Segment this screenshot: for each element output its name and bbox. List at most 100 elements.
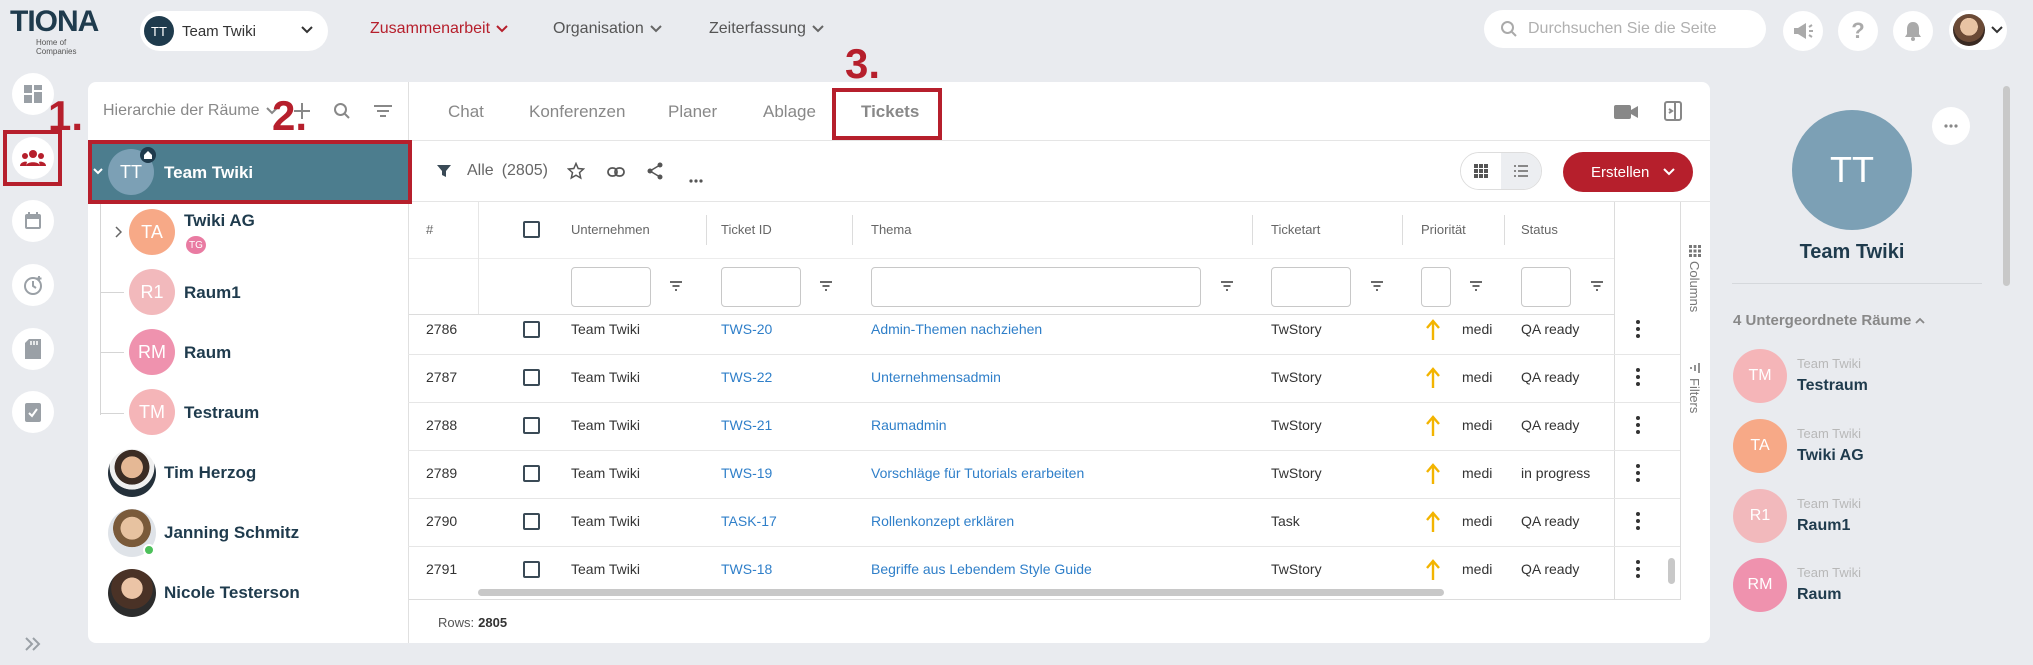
col-header-status[interactable]: Status — [1521, 222, 1558, 237]
copy-link-button[interactable] — [607, 165, 625, 183]
nav-zusammenarbeit[interactable]: Zusammenarbeit — [370, 20, 508, 38]
more-options-button[interactable] — [689, 170, 703, 188]
help-button[interactable]: ? — [1838, 11, 1878, 51]
col-header-company[interactable]: Unternehmen — [571, 222, 650, 237]
right-panel-more-button[interactable] — [1932, 107, 1970, 145]
ticket-type-filter-input[interactable] — [1271, 267, 1351, 307]
sub-room-avatar: TA — [1733, 419, 1787, 473]
tree-item-testraum[interactable]: Testraum — [184, 403, 259, 423]
filter-selection[interactable]: Alle (2805) — [467, 162, 548, 180]
sub-room-raum[interactable]: Raum — [1797, 586, 1841, 604]
search-bar[interactable]: Durchsuchen Sie die Seite — [1484, 10, 1766, 48]
user-tim-herzog[interactable]: Tim Herzog — [164, 463, 256, 483]
nav-organisation[interactable]: Organisation — [553, 20, 662, 38]
filters-label: Filters — [1687, 378, 1702, 414]
horizontal-scrollbar[interactable] — [478, 589, 1444, 596]
nav-documents[interactable] — [12, 328, 54, 370]
toggle-panel-button[interactable] — [1664, 101, 1682, 126]
sub-room-raum1[interactable]: Raum1 — [1797, 517, 1850, 535]
row-menu-icon[interactable] — [1636, 320, 1640, 341]
topic-link[interactable]: Vorschläge für Tutorials erarbeiten — [871, 465, 1084, 481]
avatar: R1 — [129, 269, 175, 315]
tree-item-raum[interactable]: Raum — [184, 343, 231, 363]
sub-rooms-header[interactable]: 4 Untergeordnete Räume — [1733, 312, 1926, 329]
row-checkbox[interactable] — [523, 465, 540, 482]
sort-button[interactable] — [373, 104, 393, 123]
row-checkbox[interactable] — [523, 561, 540, 578]
tree-item-twiki-ag[interactable]: Twiki AG — [184, 211, 255, 231]
row-menu-icon[interactable] — [1636, 560, 1640, 581]
page-scrollbar[interactable] — [2003, 86, 2010, 286]
user-nicole-testerson[interactable]: Nicole Testerson — [164, 583, 300, 603]
topic-filter-input[interactable] — [871, 267, 1201, 307]
row-menu-icon[interactable] — [1636, 416, 1640, 437]
topic-link[interactable]: Raumadmin — [871, 417, 946, 433]
col-header-ticket-id[interactable]: Ticket ID — [721, 222, 772, 237]
sub-room-twiki-ag[interactable]: Twiki AG — [1797, 447, 1864, 465]
row-menu-icon[interactable] — [1636, 368, 1640, 389]
ticket-id-link[interactable]: TWS-20 — [721, 321, 772, 337]
tree-item-raum1[interactable]: Raum1 — [184, 283, 241, 303]
columns-panel-toggle[interactable]: Columns — [1686, 245, 1706, 319]
ticket-id-filter-input[interactable] — [721, 267, 801, 307]
filter-lines-icon[interactable] — [1469, 280, 1483, 292]
team-selector[interactable]: TT Team Twiki — [140, 11, 328, 51]
ticket-id-link[interactable]: TASK-17 — [721, 513, 777, 529]
search-rooms-button[interactable] — [333, 102, 351, 125]
filter-lines-icon[interactable] — [1370, 280, 1384, 292]
row-checkbox[interactable] — [523, 369, 540, 386]
tab-chat[interactable]: Chat — [448, 102, 484, 122]
company-cell: Team Twiki — [571, 465, 640, 481]
ticket-id-link[interactable]: TWS-21 — [721, 417, 772, 433]
filters-panel-toggle[interactable]: Filters — [1686, 362, 1706, 422]
tab-planer[interactable]: Planer — [668, 102, 717, 122]
filter-button[interactable] — [436, 163, 452, 184]
priority-filter-input[interactable] — [1421, 267, 1451, 307]
status-filter-input[interactable] — [1521, 267, 1571, 307]
col-header-topic[interactable]: Thema — [871, 222, 911, 237]
company-filter-input[interactable] — [571, 267, 651, 307]
grid-view-button[interactable] — [1461, 153, 1501, 189]
ticket-type-cell: TwStory — [1271, 417, 1322, 433]
filter-lines-icon[interactable] — [1590, 280, 1604, 292]
tab-konferenzen[interactable]: Konferenzen — [529, 102, 625, 122]
topic-link[interactable]: Rollenkonzept erklären — [871, 513, 1014, 529]
col-header-priority[interactable]: Priorität — [1421, 222, 1466, 237]
row-checkbox[interactable] — [523, 321, 540, 338]
topic-link[interactable]: Begriffe aus Lebendem Style Guide — [871, 561, 1092, 577]
list-view-button[interactable] — [1501, 153, 1541, 189]
favorite-button[interactable] — [566, 161, 586, 185]
notifications-button[interactable] — [1893, 11, 1933, 51]
tab-ablage[interactable]: Ablage — [763, 102, 816, 122]
nav-time[interactable] — [12, 264, 54, 306]
ticket-id-link[interactable]: TWS-19 — [721, 465, 772, 481]
row-checkbox[interactable] — [523, 417, 540, 434]
expand-sidebar-button[interactable] — [24, 637, 42, 656]
nav-checklist[interactable] — [12, 391, 54, 433]
vertical-scrollbar[interactable] — [1668, 558, 1675, 584]
row-menu-icon[interactable] — [1636, 464, 1640, 485]
user-janning-schmitz[interactable]: Janning Schmitz — [164, 523, 299, 543]
filter-lines-icon[interactable] — [669, 280, 683, 292]
filter-lines-icon[interactable] — [1220, 280, 1234, 292]
row-checkbox[interactable] — [523, 513, 540, 530]
topic-link[interactable]: Unternehmensadmin — [871, 369, 1001, 385]
sub-room-testraum[interactable]: Testraum — [1797, 377, 1868, 395]
ticket-id-link[interactable]: TWS-18 — [721, 561, 772, 577]
create-button[interactable]: Erstellen — [1563, 152, 1693, 192]
select-all-checkbox[interactable] — [523, 221, 540, 238]
ticket-id-link[interactable]: TWS-22 — [721, 369, 772, 385]
row-menu-icon[interactable] — [1636, 512, 1640, 533]
filter-lines-icon[interactable] — [819, 280, 833, 292]
logo[interactable]: TIONA Home of Companies — [10, 6, 105, 57]
megaphone-button[interactable] — [1783, 11, 1823, 51]
share-button[interactable] — [647, 162, 663, 185]
video-call-button[interactable] — [1613, 103, 1639, 126]
user-menu[interactable] — [1949, 10, 2007, 50]
nav-zeiterfassung[interactable]: Zeiterfassung — [709, 20, 824, 38]
col-header-ticket-type[interactable]: Ticketart — [1271, 222, 1320, 237]
topic-link[interactable]: Admin-Themen nachziehen — [871, 321, 1042, 337]
nav-calendar[interactable] — [12, 200, 54, 242]
chevron-right-icon[interactable] — [115, 226, 122, 238]
col-header-number[interactable]: # — [426, 222, 433, 237]
